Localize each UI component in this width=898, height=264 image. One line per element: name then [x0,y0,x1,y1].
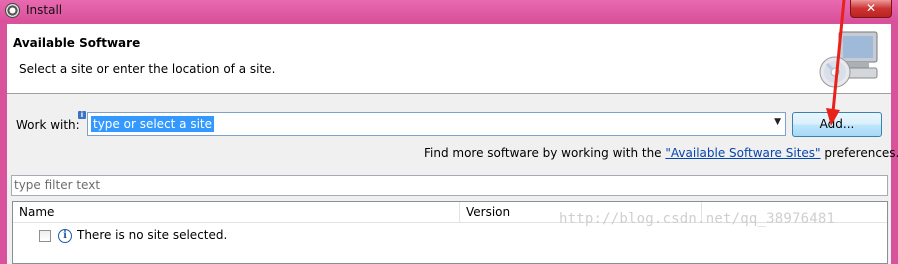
dialog-header: Available Software Select a site or ente… [7,24,891,94]
info-icon: i [58,229,72,243]
dropdown-arrow-icon[interactable]: ▼ [774,117,781,127]
work-with-combo[interactable]: type or select a site ▼ [87,112,786,136]
available-software-sites-link[interactable]: "Available Software Sites" [665,146,820,160]
row-checkbox[interactable] [39,230,51,242]
page-title: Available Software [13,36,141,50]
work-with-label: Work with: [16,118,80,132]
find-more-prefix: Find more software by working with the [424,146,666,160]
window-close-button[interactable]: ✕ [850,0,892,18]
row-text: There is no site selected. [77,228,228,242]
table-row[interactable]: i There is no site selected. [13,224,887,246]
eclipse-app-icon [5,3,20,18]
find-more-suffix: preferences. [820,146,898,160]
info-decoration-icon: i [78,111,86,119]
work-with-value[interactable]: type or select a site [91,116,215,132]
window-title-bar[interactable]: Install ✕ [0,0,898,22]
window-title: Install [26,3,63,17]
page-description: Select a site or enter the location of a… [19,62,276,76]
install-dialog: Available Software Select a site or ente… [7,24,898,264]
filter-input[interactable]: type filter text [11,175,888,196]
watermark: http://blog.csdn.net/qq_38976481 [559,211,836,227]
find-more-text: Find more software by working with the "… [424,146,898,160]
add-button[interactable]: Add... [792,112,882,137]
install-computer-icon [819,31,878,88]
column-name[interactable]: Name [13,202,460,223]
